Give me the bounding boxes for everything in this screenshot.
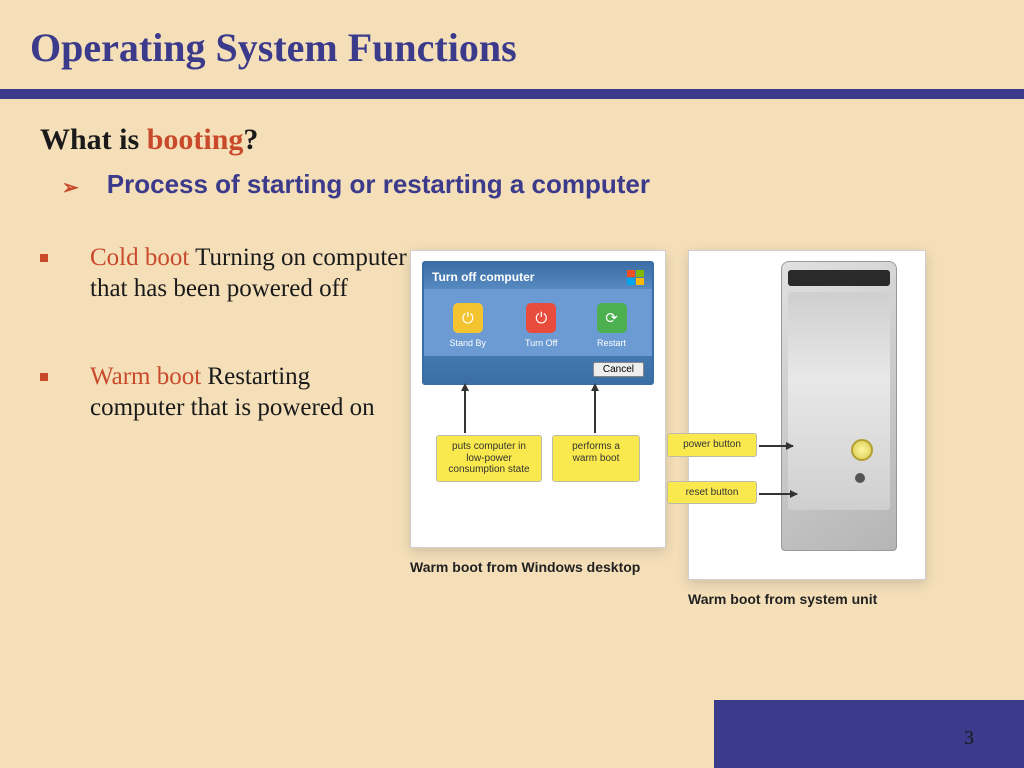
restart-label: Restart bbox=[597, 338, 626, 348]
dialog-arrows bbox=[422, 385, 654, 433]
square-bullet-icon bbox=[40, 373, 48, 381]
main-bullet-text: Process of starting or restarting a comp… bbox=[107, 169, 650, 200]
turnoff-label: Turn Off bbox=[525, 338, 558, 348]
cold-boot-item: Cold boot Turning on computer that has b… bbox=[40, 242, 410, 305]
footer-accent bbox=[714, 700, 1024, 768]
dialog-titlebar: Turn off computer bbox=[424, 263, 652, 289]
title-divider bbox=[0, 89, 1024, 99]
system-unit-panel: power button reset button bbox=[688, 250, 926, 580]
dialog-body: ⏻ Stand By ⏻ Turn Off ⟳ Restart bbox=[424, 289, 652, 356]
question-highlight: booting bbox=[147, 123, 244, 156]
question-suffix: ? bbox=[243, 123, 258, 156]
standby-label: Stand By bbox=[449, 338, 486, 348]
main-bullet: ➢ Process of starting or restarting a co… bbox=[0, 165, 1024, 214]
page-number: 3 bbox=[964, 727, 974, 750]
cancel-button[interactable]: Cancel bbox=[593, 362, 644, 377]
subtitle: What is booting? bbox=[0, 99, 1024, 165]
question-prefix: What is bbox=[40, 123, 147, 156]
shutdown-dialog: Turn off computer ⏻ Stand By ⏻ bbox=[422, 261, 654, 385]
tower-panel-wrap: power button reset button Warm boot from… bbox=[688, 250, 938, 608]
windows-caption: Warm boot from Windows desktop bbox=[410, 558, 660, 576]
bullet-arrow-icon: ➢ bbox=[62, 175, 79, 200]
restart-callout: performs a warm boot bbox=[552, 435, 640, 482]
standby-icon: ⏻ bbox=[453, 303, 483, 333]
warm-boot-item: Warm boot Restarting computer that is po… bbox=[40, 361, 410, 424]
turnoff-button[interactable]: ⏻ Turn Off bbox=[525, 303, 558, 348]
power-button[interactable] bbox=[851, 439, 873, 461]
cold-boot-text: Cold boot Turning on computer that has b… bbox=[90, 242, 410, 305]
restart-button[interactable]: ⟳ Restart bbox=[597, 303, 627, 348]
windows-logo-icon bbox=[626, 269, 644, 285]
tower-illustration: power button reset button bbox=[717, 261, 897, 569]
warm-boot-text: Warm boot Restarting computer that is po… bbox=[90, 361, 410, 424]
cold-boot-term: Cold boot bbox=[90, 244, 189, 271]
tower-body bbox=[781, 261, 897, 551]
standby-callout: puts computer in low-power consumption s… bbox=[436, 435, 542, 482]
dialog-title-text: Turn off computer bbox=[432, 270, 534, 284]
warm-boot-term: Warm boot bbox=[90, 363, 201, 390]
reset-button[interactable] bbox=[855, 473, 865, 483]
turnoff-icon: ⏻ bbox=[526, 303, 556, 333]
dialog-footer: Cancel bbox=[424, 356, 652, 383]
dialog-labels: puts computer in low-power consumption s… bbox=[436, 435, 640, 482]
definitions-column: Cold boot Turning on computer that has b… bbox=[40, 242, 410, 608]
power-callout: power button bbox=[667, 433, 757, 457]
square-bullet-icon bbox=[40, 254, 48, 262]
content-row: Cold boot Turning on computer that has b… bbox=[0, 214, 1024, 608]
windows-dialog-panel: Turn off computer ⏻ Stand By ⏻ bbox=[410, 250, 666, 548]
standby-button[interactable]: ⏻ Stand By bbox=[449, 303, 486, 348]
restart-icon: ⟳ bbox=[597, 303, 627, 333]
tower-caption: Warm boot from system unit bbox=[688, 590, 938, 608]
illustrations-column: Turn off computer ⏻ Stand By ⏻ bbox=[410, 242, 938, 608]
reset-callout: reset button bbox=[667, 481, 757, 505]
slide-title: Operating System Functions bbox=[0, 0, 1024, 89]
windows-panel-wrap: Turn off computer ⏻ Stand By ⏻ bbox=[410, 250, 666, 608]
